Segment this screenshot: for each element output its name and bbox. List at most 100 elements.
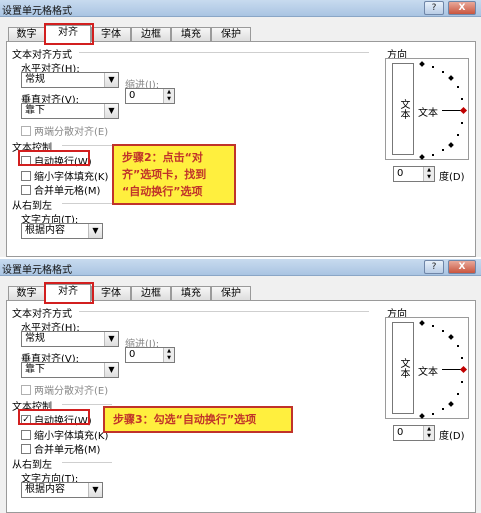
tick-mark: [442, 71, 444, 73]
checkbox-box: [21, 170, 31, 181]
degree-label: 度(D): [439, 172, 465, 183]
orientation-needle: [442, 110, 461, 111]
v-align-value: 靠下: [25, 364, 45, 375]
tick-mark: [457, 134, 459, 136]
vertical-text-button[interactable]: 文本: [392, 63, 414, 155]
spinner-buttons[interactable]: ▲ ▼: [163, 348, 174, 362]
merge-cells-checkbox[interactable]: 合并单元格(M): [21, 441, 100, 456]
h-align-value: 常规: [25, 333, 45, 344]
callout-line: “自动换行”选项: [122, 185, 203, 198]
text-direction-select[interactable]: 根据内容 ▼: [21, 223, 103, 239]
tab-highlight-box: [44, 23, 94, 45]
dialog-client: 数字 对齐 字体 边框 填充 保护 文本对齐方式 水平对齐(H): 常规 ▼ 缩…: [0, 276, 481, 513]
tick-mark: [448, 142, 454, 148]
v-align-select[interactable]: 靠下 ▼: [21, 362, 119, 378]
dialog-title: 设置单元格格式: [2, 265, 72, 276]
tick-mark: [461, 122, 463, 124]
tick-mark: [419, 61, 425, 67]
h-align-select[interactable]: 常规 ▼: [21, 331, 119, 347]
tick-mark: [448, 401, 454, 407]
tick-mark: [419, 320, 425, 326]
tab-fill[interactable]: 填充: [171, 27, 211, 42]
justify-distributed-checkbox[interactable]: 两端分散对齐(E): [21, 382, 108, 397]
h-align-value: 常规: [25, 74, 45, 85]
text-align-heading: 文本对齐方式: [12, 50, 72, 61]
shrink-label: 缩小字体填充(K): [34, 172, 109, 183]
tick-mark: [419, 154, 425, 160]
chevron-down-icon: ▼: [104, 363, 118, 377]
tab-protection[interactable]: 保护: [211, 27, 251, 42]
close-button[interactable]: X: [448, 260, 476, 274]
wrap-text-highlight-box: [18, 409, 90, 425]
spinner-buttons[interactable]: ▲ ▼: [163, 89, 174, 103]
text-align-heading: 文本对齐方式: [12, 309, 72, 320]
degree-spinner[interactable]: 0 ▲ ▼: [393, 166, 435, 182]
tab-fill[interactable]: 填充: [171, 286, 211, 301]
step3-callout: 步骤3：勾选“自动换行”选项: [103, 406, 293, 433]
callout-line: 步骤3：勾选“自动换行”选项: [113, 413, 257, 426]
orientation-needle: [442, 369, 461, 370]
dialog-client: 数字 对齐 字体 边框 填充 保护 文本对齐方式 水平对齐(H): 常规 ▼ 缩…: [0, 17, 481, 257]
checkbox-box: [21, 443, 31, 454]
chevron-down-icon: ▼: [104, 104, 118, 118]
indent-spinner[interactable]: 0 ▲ ▼: [125, 88, 175, 104]
tick-mark: [457, 393, 459, 395]
rtl-heading: 从右到左: [12, 460, 52, 471]
close-button[interactable]: X: [448, 1, 476, 15]
chevron-down-icon: ▼: [88, 483, 102, 497]
h-align-select[interactable]: 常规 ▼: [21, 72, 119, 88]
degree-value: 0: [397, 427, 404, 438]
checkbox-box: [21, 429, 31, 440]
merge-label: 合并单元格(M): [34, 186, 101, 197]
tick-mark: [442, 408, 444, 410]
justify-distributed-label: 两端分散对齐(E): [34, 386, 109, 397]
alignment-page: 文本对齐方式 水平对齐(H): 常规 ▼ 缩进(I): 垂直对齐(V): 0 ▲…: [6, 41, 476, 257]
tick-mark: [457, 86, 459, 88]
tab-font[interactable]: 字体: [91, 286, 131, 301]
help-button[interactable]: ?: [424, 1, 444, 15]
degree-spinner[interactable]: 0 ▲ ▼: [393, 425, 435, 441]
wrap-text-highlight-box: [18, 150, 90, 166]
tab-number[interactable]: 数字: [8, 27, 45, 42]
merge-label: 合并单元格(M): [34, 445, 101, 456]
chevron-down-icon: ▼: [88, 224, 102, 238]
help-button[interactable]: ?: [424, 260, 444, 274]
orientation-handle[interactable]: [459, 365, 468, 374]
alignment-page: 文本对齐方式 水平对齐(H): 常规 ▼ 缩进(I): 垂直对齐(V): 0 ▲…: [6, 300, 476, 513]
tab-protection[interactable]: 保护: [211, 286, 251, 301]
direction-value: 根据内容: [25, 484, 65, 495]
tab-border[interactable]: 边框: [131, 286, 171, 301]
shrink-to-fit-checkbox[interactable]: 缩小字体填充(K): [21, 427, 108, 442]
separator: [79, 52, 369, 53]
tick-mark: [432, 66, 434, 68]
v-align-value: 靠下: [25, 105, 45, 116]
chevron-down-icon: ▼: [104, 73, 118, 87]
spinner-buttons[interactable]: ▲ ▼: [423, 167, 434, 181]
tab-highlight-box: [44, 282, 94, 304]
orientation-text: 文本: [418, 367, 438, 378]
justify-distributed-checkbox[interactable]: 两端分散对齐(E): [21, 123, 108, 138]
orientation-box[interactable]: 文本 文本: [385, 58, 469, 160]
spinner-buttons[interactable]: ▲ ▼: [423, 426, 434, 440]
step2-callout: 步骤2：点击“对 齐”选项卡，找到 “自动换行”选项: [112, 144, 236, 205]
callout-line: 齐”选项卡，找到: [122, 168, 207, 181]
tick-mark: [448, 334, 454, 340]
tab-number[interactable]: 数字: [8, 286, 45, 301]
shrink-to-fit-checkbox[interactable]: 缩小字体填充(K): [21, 168, 108, 183]
orientation-text: 文本: [418, 108, 438, 119]
merge-cells-checkbox[interactable]: 合并单元格(M): [21, 182, 100, 197]
vertical-text-button[interactable]: 文本: [392, 322, 414, 414]
text-direction-select[interactable]: 根据内容 ▼: [21, 482, 103, 498]
tick-mark: [461, 381, 463, 383]
indent-spinner[interactable]: 0 ▲ ▼: [125, 347, 175, 363]
orientation-handle[interactable]: [459, 106, 468, 115]
orientation-box[interactable]: 文本 文本: [385, 317, 469, 419]
tick-mark: [432, 413, 434, 415]
separator: [62, 404, 112, 405]
tab-border[interactable]: 边框: [131, 27, 171, 42]
tab-font[interactable]: 字体: [91, 27, 131, 42]
title-bar: 设置单元格格式 ? X: [0, 0, 481, 17]
degree-value: 0: [397, 168, 404, 179]
v-align-select[interactable]: 靠下 ▼: [21, 103, 119, 119]
shrink-label: 缩小字体填充(K): [34, 431, 109, 442]
